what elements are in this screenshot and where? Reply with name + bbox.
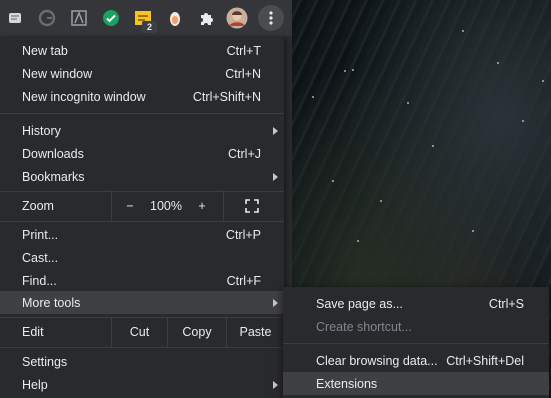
submenu-item-clear-browsing-data[interactable]: Clear browsing data... Ctrl+Shift+Del: [283, 349, 549, 372]
chevron-right-icon: [273, 172, 278, 181]
chevron-right-icon: [273, 380, 278, 389]
menu-divider: [0, 191, 284, 192]
menu-item-new-tab[interactable]: New tab Ctrl+T: [0, 39, 284, 62]
edit-label: Edit: [22, 325, 44, 339]
copy-button[interactable]: Copy: [168, 321, 226, 344]
checkmark-extension-icon[interactable]: [100, 7, 122, 29]
chrome-main-menu: New tab Ctrl+T New window Ctrl+N New inc…: [0, 36, 284, 398]
menu-item-downloads[interactable]: Downloads Ctrl+J: [0, 142, 284, 165]
menu-item-new-incognito-window[interactable]: New incognito window Ctrl+Shift+N: [0, 85, 284, 108]
edit-row: Edit Cut Copy Paste: [0, 317, 284, 348]
menu-item-new-window[interactable]: New window Ctrl+N: [0, 62, 284, 85]
egg-extension-icon[interactable]: [164, 7, 186, 29]
shortcut-label: Ctrl+F: [226, 273, 261, 288]
shortcut-label: Ctrl+J: [228, 146, 261, 161]
menu-item-label: New incognito window: [22, 89, 146, 104]
chevron-right-icon: [273, 126, 278, 135]
shortcut-label: Ctrl+Shift+N: [192, 89, 261, 104]
menu-divider: [283, 343, 549, 344]
menu-item-label: New tab: [22, 43, 68, 58]
menu-item-history[interactable]: History: [0, 119, 284, 142]
vertical-divider: [111, 190, 112, 221]
shortcut-label: Ctrl+N: [225, 66, 261, 81]
menu-divider: [0, 317, 284, 318]
more-tools-submenu: Save page as... Ctrl+S Create shortcut..…: [283, 287, 549, 398]
vertical-divider: [223, 190, 224, 221]
zoom-out-button[interactable]: −: [125, 199, 135, 213]
docs-extension-icon[interactable]: [4, 7, 26, 29]
paste-button[interactable]: Paste: [227, 321, 284, 344]
menu-item-settings[interactable]: Settings: [0, 350, 284, 373]
chevron-right-icon: [273, 298, 278, 307]
shortcut-label: Ctrl+Shift+Del: [446, 353, 524, 368]
menu-divider: [0, 347, 284, 348]
menu-item-label: History: [22, 123, 61, 138]
shortcut-label: Ctrl+P: [225, 227, 261, 242]
menu-item-label: Downloads: [22, 146, 84, 161]
menu-divider: [0, 113, 284, 114]
profile-avatar[interactable]: [226, 7, 248, 29]
submenu-item-create-shortcut: Create shortcut...: [283, 315, 549, 338]
more-vertical-icon[interactable]: [258, 5, 284, 31]
menu-item-label: Print...: [22, 227, 59, 242]
cut-button[interactable]: Cut: [112, 321, 167, 344]
grammar-extension-icon[interactable]: [36, 7, 58, 29]
menu-item-label: More tools: [22, 295, 81, 310]
browser-toolbar: 2: [0, 0, 292, 36]
fullscreen-icon[interactable]: [245, 199, 259, 213]
puzzle-icon[interactable]: [196, 7, 218, 29]
menu-item-label: Help: [22, 377, 48, 392]
menu-item-label: Settings: [22, 354, 68, 369]
menu-item-label: Find...: [22, 273, 57, 288]
menu-divider: [0, 221, 284, 222]
menu-item-help[interactable]: Help: [0, 373, 284, 396]
menu-item-label: Save page as...: [316, 296, 403, 311]
menu-item-label: Extensions: [316, 376, 378, 391]
zoom-label: Zoom: [22, 199, 54, 213]
pdf-extension-icon[interactable]: [68, 7, 90, 29]
shortcut-label: Ctrl+T: [226, 43, 261, 58]
menu-item-print[interactable]: Print... Ctrl+P: [0, 223, 284, 246]
submenu-item-extensions[interactable]: Extensions: [283, 372, 549, 395]
menu-item-label: Bookmarks: [22, 169, 85, 184]
extension-badge: 2: [142, 21, 157, 33]
menu-item-bookmarks[interactable]: Bookmarks: [0, 165, 284, 188]
zoom-row: Zoom − 100% +: [0, 190, 284, 221]
zoom-value: 100%: [150, 199, 182, 213]
zoom-in-button[interactable]: +: [197, 199, 207, 213]
menu-item-label: New window: [22, 66, 93, 81]
menu-item-label: Cast...: [22, 250, 59, 265]
menu-item-label: Create shortcut...: [316, 319, 412, 334]
menu-item-more-tools[interactable]: More tools: [0, 291, 284, 314]
menu-item-cast[interactable]: Cast...: [0, 246, 284, 269]
menu-item-find[interactable]: Find... Ctrl+F: [0, 269, 284, 292]
menu-item-label: Clear browsing data...: [316, 353, 438, 368]
shortcut-label: Ctrl+S: [488, 296, 524, 311]
submenu-item-save-page[interactable]: Save page as... Ctrl+S: [283, 292, 549, 315]
